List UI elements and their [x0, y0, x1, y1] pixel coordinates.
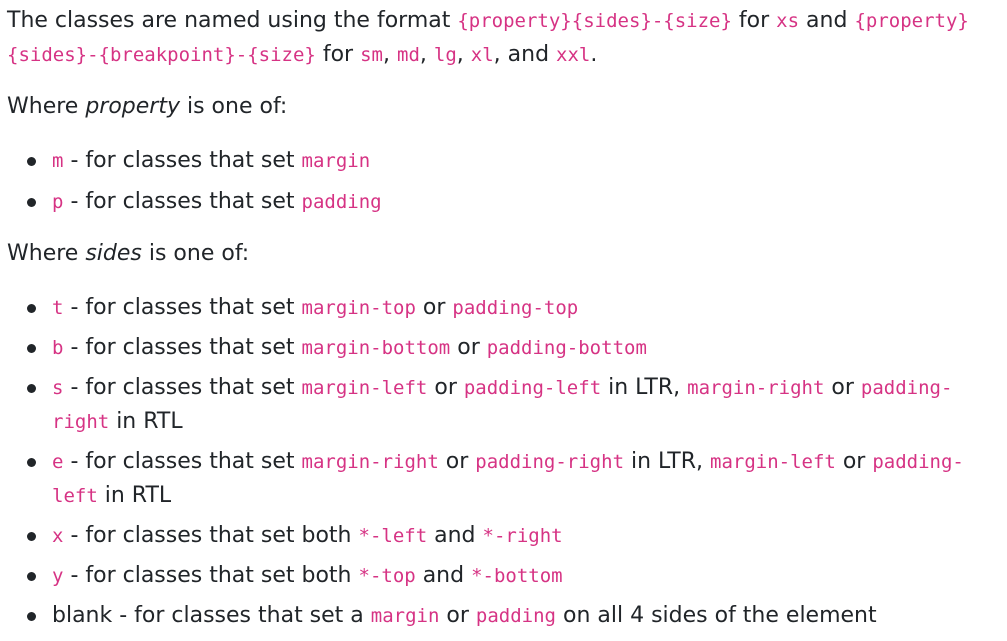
side-code: e: [52, 451, 64, 473]
property-heading: Where property is one of:: [7, 94, 288, 119]
breakpoint-lg-code: lg: [433, 44, 457, 66]
property-term: property: [85, 94, 180, 119]
side-code: b: [52, 337, 64, 359]
side-code: y: [52, 565, 64, 587]
list-item: x - for classes that set both *-left and…: [27, 519, 997, 553]
list-item: t - for classes that set margin-top or p…: [27, 291, 997, 325]
side-code: x: [52, 525, 64, 547]
list-item: s - for classes that set margin-left or …: [27, 371, 997, 439]
css-property-code: margin-right: [301, 451, 439, 473]
property-list: m - for classes that set margin p - for …: [7, 144, 997, 219]
sides-list: t - for classes that set margin-top or p…: [7, 291, 997, 633]
list-item: y - for classes that set both *-top and …: [27, 559, 997, 593]
side-code: t: [52, 297, 64, 319]
css-property-code: *-right: [482, 525, 563, 547]
format-code: {property}{sides}-{size}: [457, 10, 732, 32]
list-item: m - for classes that set margin: [27, 144, 997, 178]
css-property-code: padding: [301, 191, 382, 213]
intro-text: The classes are named using the format: [7, 8, 458, 33]
css-property-code: padding-right: [475, 451, 625, 473]
css-property-code: *-top: [358, 565, 416, 587]
list-item: p - for classes that set padding: [27, 185, 997, 219]
intro-text: , and: [493, 42, 557, 67]
intro-text: for: [731, 8, 777, 33]
intro-paragraph: The classes are named using the format {…: [7, 4, 997, 72]
css-property-code: margin-right: [687, 377, 825, 399]
intro-text: and: [799, 8, 855, 33]
css-property-code: margin: [301, 150, 371, 172]
intro-text: for: [315, 42, 361, 67]
breakpoint-md-code: md: [397, 44, 420, 66]
css-property-code: margin-top: [301, 297, 416, 319]
breakpoint-xl-code: xl: [470, 44, 494, 66]
css-property-code: margin-left: [301, 377, 428, 399]
css-property-code: margin-left: [710, 451, 836, 473]
spacing-docs: The classes are named using the format {…: [0, 0, 1007, 641]
css-property-code: padding-bottom: [486, 337, 647, 359]
side-code: s: [52, 377, 64, 399]
property-code: m: [52, 150, 64, 172]
css-property-code: padding: [475, 605, 556, 627]
sides-heading: Where sides is one of:: [7, 241, 250, 266]
intro-text: ,: [383, 42, 397, 67]
breakpoint-xxl-code: xxl: [556, 44, 591, 66]
list-item: e - for classes that set margin-right or…: [27, 445, 997, 513]
breakpoint-xs-code: xs: [776, 10, 800, 32]
intro-text: .: [590, 42, 598, 67]
css-property-code: padding-top: [452, 297, 579, 319]
sides-term: sides: [85, 241, 142, 266]
intro-text: ,: [456, 42, 471, 67]
css-property-code: *-bottom: [471, 565, 563, 587]
css-property-code: padding-left: [463, 377, 602, 399]
property-code: p: [52, 191, 64, 213]
list-item: blank - for classes that set a margin or…: [27, 599, 997, 633]
css-property-code: margin-bottom: [301, 337, 451, 359]
breakpoint-sm-code: sm: [360, 44, 383, 66]
css-property-code: margin: [370, 605, 440, 627]
list-item: b - for classes that set margin-bottom o…: [27, 331, 997, 365]
intro-text: ,: [419, 42, 434, 67]
css-property-code: *-left: [358, 525, 428, 547]
